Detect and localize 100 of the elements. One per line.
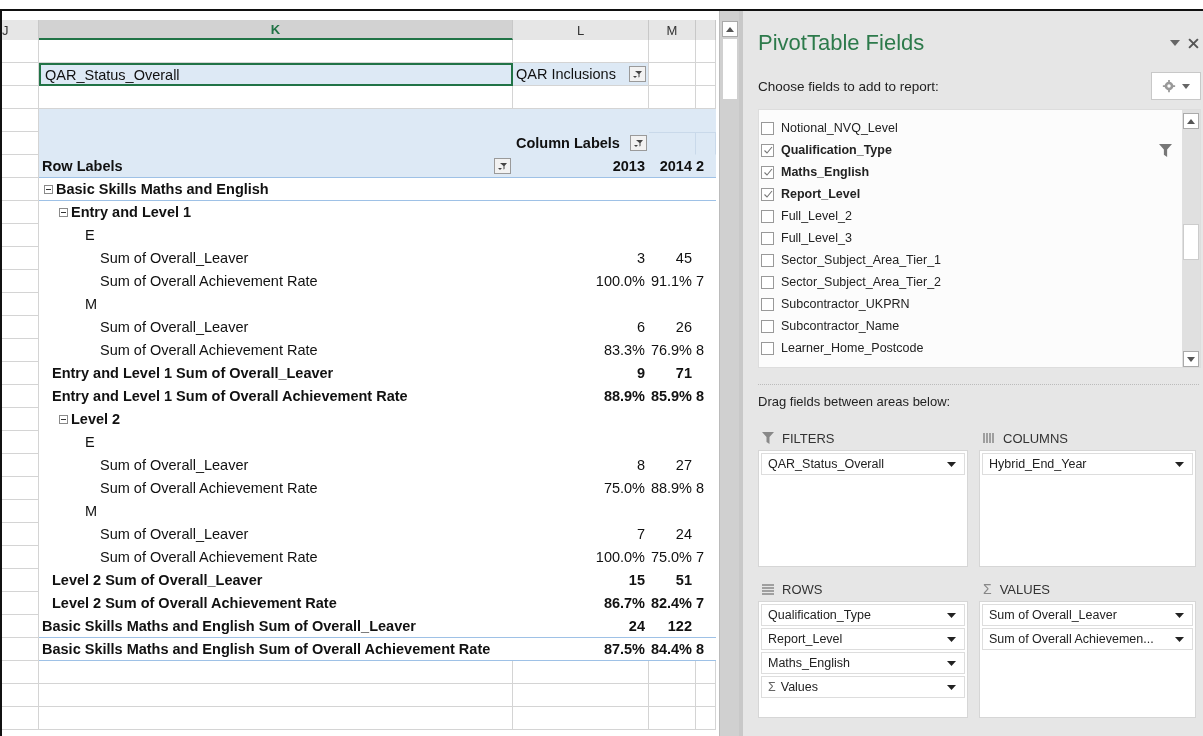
row-header[interactable] (2, 615, 39, 638)
dropdown-caret-icon[interactable] (947, 684, 956, 690)
field-name[interactable]: Notional_NVQ_Level (781, 121, 898, 135)
filter-dropdown-button[interactable] (629, 66, 646, 82)
vertical-scrollbar[interactable] (719, 11, 739, 736)
checkbox[interactable] (761, 143, 774, 157)
row-header[interactable] (2, 316, 39, 339)
row-header[interactable] (2, 385, 39, 408)
checkbox[interactable] (761, 275, 774, 289)
checkbox[interactable] (761, 121, 774, 135)
year-header: 2013 (513, 155, 649, 178)
table-cell (696, 63, 716, 86)
filter-dropdown-button[interactable] (630, 135, 647, 151)
scroll-up-icon[interactable] (1187, 118, 1195, 124)
collapse-icon[interactable] (44, 184, 53, 194)
field-name[interactable]: Subcontractor_UKPRN (781, 297, 910, 311)
checkbox[interactable] (761, 297, 774, 311)
drop-area[interactable]: Qualification_Type Report_Level Maths_English Σ Values (758, 601, 968, 718)
row-header[interactable] (2, 270, 39, 293)
checkbox[interactable] (761, 341, 774, 355)
dropdown-caret-icon[interactable] (947, 461, 956, 467)
field-name[interactable]: Full_Level_3 (781, 231, 852, 245)
dropdown-caret-icon[interactable] (1175, 636, 1184, 642)
row-header[interactable] (2, 408, 39, 431)
row-label: M (85, 296, 98, 312)
field-name[interactable]: Sector_Subject_Area_Tier_1 (781, 253, 942, 267)
area-field-item[interactable]: Qualification_Type (761, 604, 965, 626)
row-header[interactable] (2, 339, 39, 362)
value-cell-text: 24 (674, 525, 693, 544)
dropdown-caret-icon[interactable] (1175, 612, 1184, 618)
row-header[interactable] (2, 500, 39, 523)
row-header[interactable] (2, 293, 39, 316)
value-cell-text: 7 (696, 272, 706, 291)
field-name[interactable]: Report_Level (781, 187, 861, 201)
collapse-icon[interactable] (59, 414, 68, 424)
dropdown-caret-icon[interactable] (947, 612, 956, 618)
area-field-item[interactable]: Σ Values (761, 676, 965, 698)
scroll-thumb[interactable] (1183, 224, 1199, 260)
area-field-item[interactable]: Sum of Overall Achievemen... (982, 628, 1193, 650)
value-cell-text: 27 (674, 456, 693, 475)
row-header[interactable] (2, 569, 39, 592)
row-header[interactable] (2, 247, 39, 270)
checkbox[interactable] (761, 231, 774, 245)
checkbox[interactable] (761, 253, 774, 267)
scroll-up-icon[interactable] (725, 26, 734, 32)
row-header[interactable] (2, 661, 39, 684)
row-header[interactable] (2, 477, 39, 500)
value-cell-text: 86.7% (602, 594, 646, 613)
table-cell (649, 684, 696, 707)
row-label: Basic Skills Maths and English (56, 181, 269, 197)
row-header[interactable] (2, 684, 39, 707)
value-cell-text: 83.3% (602, 341, 646, 360)
row-header[interactable] (2, 362, 39, 385)
value-cell-text: 91.1% (649, 272, 693, 291)
collapse-icon[interactable] (59, 207, 68, 217)
dropdown-caret-icon[interactable] (947, 660, 956, 666)
value-cell: 8 (696, 638, 716, 661)
column-labels-header: Column Labels (516, 135, 620, 151)
row-header[interactable] (2, 523, 39, 546)
area-field-item[interactable]: Hybrid_End_Year (982, 453, 1193, 475)
selected-cell[interactable]: QAR_Status_Overall (39, 63, 513, 86)
column-header[interactable]: K (39, 20, 513, 40)
area-field-item[interactable]: Report_Level (761, 628, 965, 650)
field-name[interactable]: Subcontractor_Name (781, 319, 900, 333)
field-name[interactable]: Full_Level_2 (781, 209, 852, 223)
dropdown-caret-icon[interactable] (1175, 461, 1184, 467)
filter-dropdown-button[interactable] (494, 158, 511, 174)
settings-button[interactable] (1151, 72, 1201, 100)
checkbox[interactable] (761, 209, 774, 223)
drop-area[interactable]: QAR_Status_Overall (758, 450, 968, 567)
area-field-item[interactable]: Maths_English (761, 652, 965, 674)
row-header[interactable] (2, 592, 39, 615)
list-scrollbar[interactable] (1182, 110, 1200, 367)
dropdown-caret-icon[interactable] (947, 636, 956, 642)
field-name[interactable]: Learner_Home_Postcode (781, 341, 924, 355)
close-icon[interactable] (1188, 37, 1199, 49)
field-name[interactable]: Sector_Subject_Area_Tier_2 (781, 275, 942, 289)
field-name[interactable]: Maths_English (781, 165, 870, 179)
pane-subtitle: Choose fields to add to report: (758, 78, 939, 94)
field-name[interactable]: Qualification_Type (781, 143, 892, 157)
checkbox[interactable] (761, 319, 774, 333)
row-header[interactable] (2, 638, 39, 661)
area-field-item[interactable]: QAR_Status_Overall (761, 453, 965, 475)
row-header[interactable] (2, 201, 39, 224)
row-header[interactable] (2, 178, 39, 201)
row-header[interactable] (2, 40, 39, 63)
drop-area[interactable]: Hybrid_End_Year (979, 450, 1196, 567)
row-header[interactable] (2, 224, 39, 247)
checkbox[interactable] (761, 187, 774, 201)
column-header[interactable]: J (2, 20, 39, 40)
row-header[interactable] (2, 431, 39, 454)
drop-area[interactable]: Sum of Overall_Leaver Sum of Overall Achievemen... (979, 601, 1196, 718)
checkbox[interactable] (761, 165, 774, 179)
scroll-down-icon[interactable] (1187, 356, 1195, 362)
scroll-thumb[interactable] (722, 39, 737, 99)
row-header[interactable] (2, 454, 39, 477)
row-header[interactable] (2, 707, 39, 730)
row-header[interactable] (2, 546, 39, 569)
area-field-item[interactable]: Sum of Overall_Leaver (982, 604, 1193, 626)
row-header[interactable] (2, 86, 39, 109)
